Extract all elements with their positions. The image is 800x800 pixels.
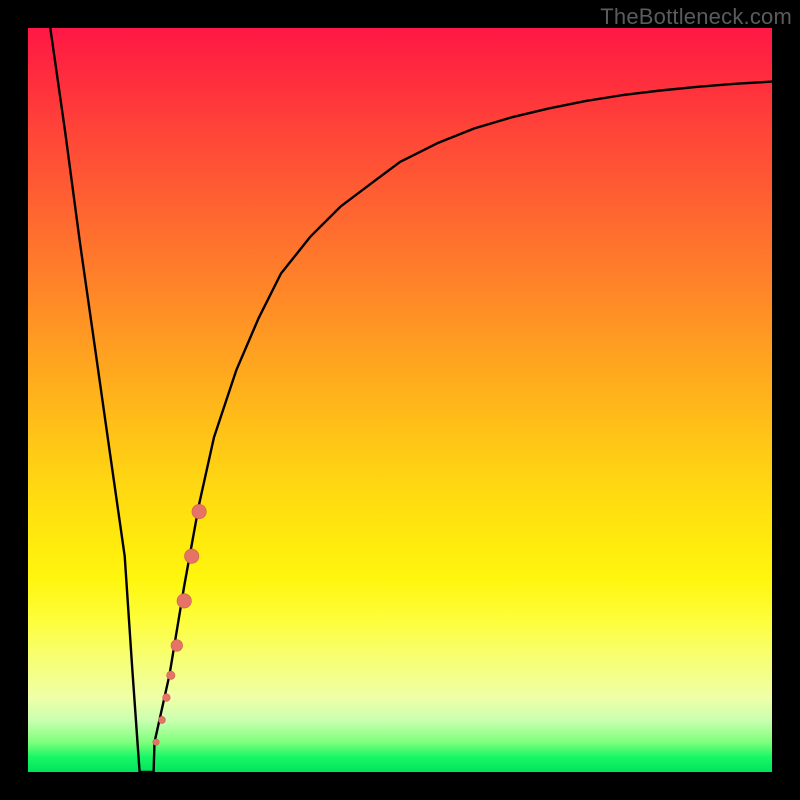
highlight-point [192, 504, 206, 518]
watermark-label: TheBottleneck.com [600, 4, 792, 30]
bottleneck-curve [50, 28, 772, 772]
highlight-point [171, 640, 183, 652]
highlight-point [167, 671, 175, 679]
chart-stage: TheBottleneck.com [0, 0, 800, 800]
highlight-point [153, 739, 159, 745]
curve-layer [28, 28, 772, 772]
highlight-point [185, 549, 199, 563]
highlight-point [177, 594, 191, 608]
highlight-point [158, 716, 165, 723]
highlight-point [163, 694, 171, 702]
plot-area [28, 28, 772, 772]
